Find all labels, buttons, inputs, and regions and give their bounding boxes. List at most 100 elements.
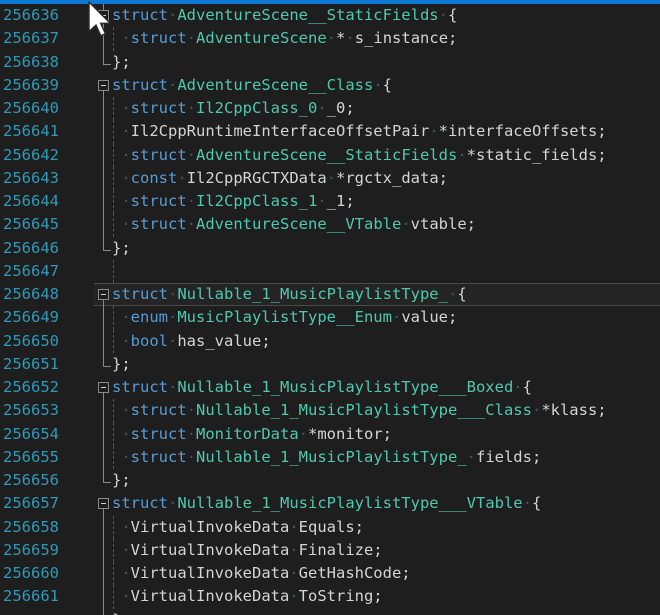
code-line[interactable]: 256651}; xyxy=(0,353,660,376)
line-number: 256646 xyxy=(0,237,90,260)
whitespace-dots: · xyxy=(327,29,336,47)
plain-token: *static_fields; xyxy=(467,146,607,164)
code-text: struct·AdventureScene__StaticFields·{ xyxy=(112,4,660,27)
code-line[interactable]: } xyxy=(0,609,660,615)
keyword-token: struct xyxy=(112,378,168,396)
code-line[interactable]: 256643 ·const·Il2CppRGCTXData·*rgctx_dat… xyxy=(0,167,660,190)
line-number: 256657 xyxy=(0,492,90,515)
fold-margin xyxy=(90,120,112,143)
fold-margin xyxy=(90,539,112,562)
plain-token: fields; xyxy=(476,448,541,466)
code-line[interactable]: 256646}; xyxy=(0,237,660,260)
type-token: Il2CppClass_1 xyxy=(196,192,317,210)
whitespace-dots: · xyxy=(345,29,354,47)
code-line[interactable]: 256639struct·AdventureScene__Class·{ xyxy=(0,74,660,97)
code-line[interactable]: 256655 ·struct·Nullable_1_MusicPlaylistT… xyxy=(0,446,660,469)
line-number: 256638 xyxy=(0,51,90,74)
code-line[interactable]: 256648struct·Nullable_1_MusicPlaylistTyp… xyxy=(0,283,660,306)
fold-collapse-icon[interactable] xyxy=(98,382,109,393)
whitespace-dots: · xyxy=(168,76,177,94)
fold-collapse-icon[interactable] xyxy=(98,289,109,300)
plain-token: Finalize; xyxy=(299,541,383,559)
type-token: MonitorData xyxy=(196,425,299,443)
whitespace-dots: · xyxy=(168,332,177,350)
code-line[interactable]: 256661 ·VirtualInvokeData·ToString; xyxy=(0,585,660,608)
line-number: 256637 xyxy=(0,27,90,50)
code-text: ·struct·Nullable_1_MusicPlaylistType___C… xyxy=(112,399,660,422)
plain-token: } xyxy=(112,611,121,615)
code-line[interactable]: 256657struct·Nullable_1_MusicPlaylistTyp… xyxy=(0,492,660,515)
plain-token: VirtualInvokeData xyxy=(131,541,290,559)
code-line[interactable]: 256656}; xyxy=(0,469,660,492)
code-line[interactable]: 256644 ·struct·Il2CppClass_1·_1; xyxy=(0,190,660,213)
code-line[interactable]: 256642 ·struct·AdventureScene__StaticFie… xyxy=(0,144,660,167)
fold-margin xyxy=(90,260,112,283)
whitespace-dots: · xyxy=(317,192,326,210)
type-token: AdventureScene__StaticFields xyxy=(196,146,457,164)
fold-scope-end-corner xyxy=(103,237,111,251)
whitespace-dots: · xyxy=(112,122,131,140)
code-line[interactable]: 256640 ·struct·Il2CppClass_0·_0; xyxy=(0,97,660,120)
whitespace-dots: · xyxy=(112,425,131,443)
whitespace-dots: · xyxy=(513,378,522,396)
plain-token: Equals; xyxy=(299,518,364,536)
code-line[interactable]: 256653 ·struct·Nullable_1_MusicPlaylistT… xyxy=(0,399,660,422)
whitespace-dots: · xyxy=(289,587,298,605)
fold-margin xyxy=(90,74,112,97)
whitespace-dots: · xyxy=(187,192,196,210)
type-token: Il2CppClass_0 xyxy=(196,99,317,117)
code-line[interactable]: 256659 ·VirtualInvokeData·Finalize; xyxy=(0,539,660,562)
fold-margin xyxy=(90,237,112,260)
fold-margin xyxy=(90,213,112,236)
plain-token: ToString; xyxy=(299,587,383,605)
fold-margin xyxy=(90,516,112,539)
code-text: ·struct·AdventureScene·*·s_instance; xyxy=(112,27,660,50)
plain-token: vtable; xyxy=(411,215,476,233)
code-line[interactable]: 256641 ·Il2CppRuntimeInterfaceOffsetPair… xyxy=(0,120,660,143)
whitespace-dots: · xyxy=(373,76,382,94)
plain-token: value; xyxy=(401,308,457,326)
code-line[interactable]: 256638}; xyxy=(0,51,660,74)
whitespace-dots: · xyxy=(327,169,336,187)
line-number: 256656 xyxy=(0,469,90,492)
keyword-token: struct xyxy=(131,401,187,419)
fold-margin xyxy=(90,562,112,585)
whitespace-dots: · xyxy=(532,401,541,419)
plain-token: *monitor; xyxy=(308,425,392,443)
fold-scope-line xyxy=(103,516,104,539)
code-line[interactable]: 256650 ·bool·has_value; xyxy=(0,330,660,353)
code-line[interactable]: 256652struct·Nullable_1_MusicPlaylistTyp… xyxy=(0,376,660,399)
fold-scope-line xyxy=(103,97,104,120)
whitespace-dots: · xyxy=(299,425,308,443)
code-line[interactable]: 256649 ·enum·MusicPlaylistType__Enum·val… xyxy=(0,306,660,329)
code-line[interactable]: 256660 ·VirtualInvokeData·GetHashCode; xyxy=(0,562,660,585)
fold-collapse-icon[interactable] xyxy=(98,80,109,91)
fold-scope-line xyxy=(103,609,104,615)
code-text: ·VirtualInvokeData·Finalize; xyxy=(112,539,660,562)
fold-scope-end-corner xyxy=(103,353,111,367)
code-line[interactable]: 256654 ·struct·MonitorData·*monitor; xyxy=(0,423,660,446)
minus-glyph xyxy=(101,294,106,295)
type-token: AdventureScene__Class xyxy=(177,76,373,94)
code-editor[interactable]: 256636struct·AdventureScene__StaticField… xyxy=(0,4,660,615)
code-text: struct·Nullable_1_MusicPlaylistType___Bo… xyxy=(112,376,660,399)
whitespace-dots: · xyxy=(439,6,448,24)
line-number: 256647 xyxy=(0,260,90,283)
fold-collapse-icon[interactable] xyxy=(98,498,109,509)
whitespace-dots: · xyxy=(112,215,131,233)
whitespace-dots: · xyxy=(112,99,131,117)
line-number: 256661 xyxy=(0,585,90,608)
fold-margin xyxy=(90,446,112,469)
minus-glyph xyxy=(101,503,106,504)
code-line[interactable]: 256658 ·VirtualInvokeData·Equals; xyxy=(0,516,660,539)
whitespace-dots: · xyxy=(112,146,131,164)
code-line[interactable]: 256645 ·struct·AdventureScene__VTable·vt… xyxy=(0,213,660,236)
plain-token: { xyxy=(523,378,532,396)
code-line[interactable]: 256647 xyxy=(0,260,660,283)
whitespace-dots: · xyxy=(429,122,438,140)
plain-token: { xyxy=(532,494,541,512)
fold-margin xyxy=(90,167,112,190)
whitespace-dots: · xyxy=(401,215,410,233)
code-text xyxy=(112,260,660,283)
code-text: ·struct·AdventureScene__StaticFields·*st… xyxy=(112,144,660,167)
